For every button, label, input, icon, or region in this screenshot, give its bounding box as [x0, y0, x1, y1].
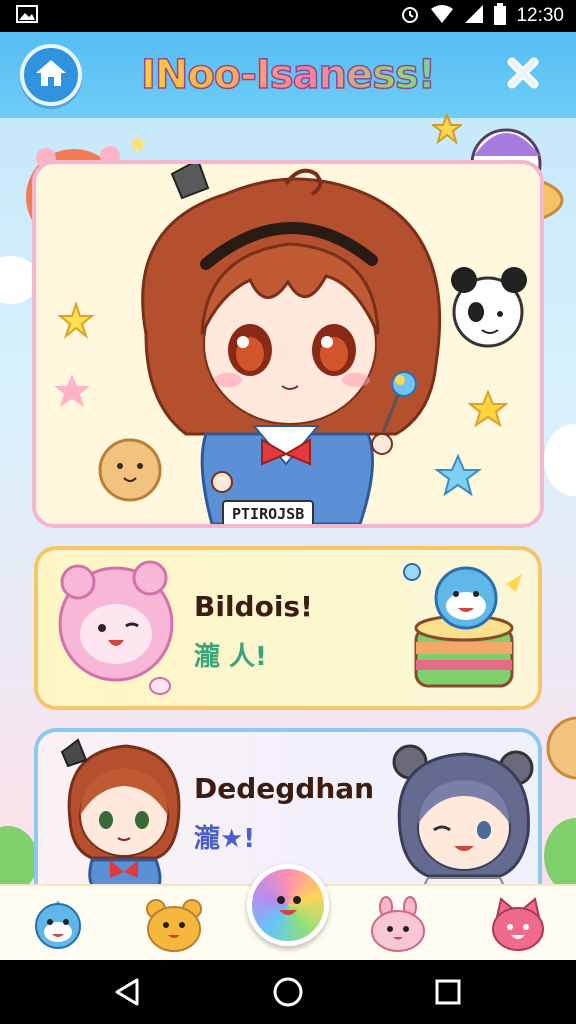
nav-item-shark[interactable] [26, 892, 90, 956]
close-button[interactable] [492, 44, 554, 106]
home-button[interactable] [20, 44, 82, 106]
home-icon [34, 58, 68, 92]
cookie-right-icon [546, 716, 576, 780]
home-circle-icon [273, 977, 303, 1007]
app-header: INoo-Isaness! [0, 32, 576, 118]
bottom-nav [0, 864, 576, 960]
bush-left-icon [0, 826, 34, 886]
nav-item-home-center[interactable] [247, 864, 329, 946]
recents-icon [435, 979, 461, 1005]
card-2-subtitle: 瀧★! [194, 824, 256, 854]
star-small-icon [128, 134, 148, 153]
back-button[interactable] [108, 972, 148, 1012]
shark-icon [35, 900, 81, 949]
bear-girl-icon [392, 744, 534, 886]
alarm-icon [400, 4, 420, 28]
close-icon [504, 54, 542, 96]
star-icon [432, 114, 462, 144]
hero-card[interactable]: PTIROJSB [32, 160, 544, 528]
signal-icon [464, 4, 484, 28]
bear-icon [146, 899, 202, 952]
back-icon [115, 978, 139, 1006]
battery-icon [494, 3, 507, 29]
bunny-icon [371, 896, 425, 952]
card-1-subtitle: 瀧 人! [194, 642, 267, 672]
status-bar: 12:30 [0, 0, 576, 32]
status-time: 12:30 [516, 5, 564, 26]
status-icons: 12:30 [400, 3, 564, 29]
nav-item-bear[interactable] [142, 892, 206, 956]
pink-lion-icon [58, 560, 174, 695]
bush-right-icon [544, 818, 576, 886]
wifi-icon [430, 4, 454, 28]
system-nav [0, 960, 576, 1024]
recents-button[interactable] [428, 972, 468, 1012]
nav-item-cat[interactable] [486, 892, 550, 956]
card-2-title: Dedegdhan [194, 772, 375, 805]
card-1-title: Bildois! [194, 590, 313, 623]
home-nav-button[interactable] [268, 972, 308, 1012]
cake-shark-icon [403, 563, 522, 688]
cloud-right-icon [544, 424, 576, 496]
nav-item-bunny[interactable] [366, 892, 430, 956]
list-card-2[interactable]: Dedegdhan 瀧★! [34, 728, 542, 886]
chibi-girl-icon [60, 738, 181, 886]
hero-name-tag: PTIROJSB [222, 500, 315, 524]
app-title: INoo-Isaness! [100, 51, 476, 99]
rainbow-smile-icon [277, 896, 301, 915]
image-icon [16, 5, 38, 27]
hero-illustration [54, 164, 527, 524]
pink-cat-icon [492, 897, 544, 951]
list-card-1[interactable]: Bildois! 瀧 人! [34, 546, 542, 710]
